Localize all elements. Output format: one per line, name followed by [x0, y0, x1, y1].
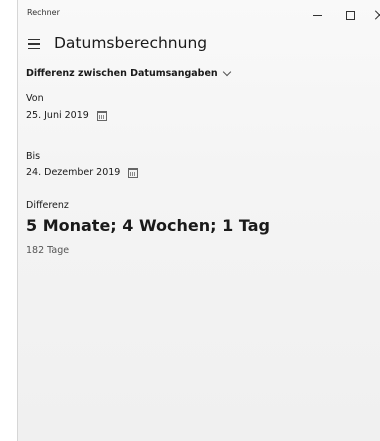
- hamburger-menu-icon[interactable]: [28, 37, 42, 51]
- minimize-button[interactable]: [303, 2, 331, 28]
- from-date-value: 25. Juni 2019: [26, 110, 89, 121]
- calculator-window: Rechner Datumsberechnung Differenz zwisc…: [17, 0, 380, 441]
- close-icon: [375, 10, 380, 20]
- maximize-button[interactable]: [336, 2, 364, 28]
- maximize-icon: [345, 10, 355, 20]
- difference-label: Differenz: [26, 200, 69, 211]
- difference-days: 182 Tage: [26, 245, 70, 256]
- from-date-picker[interactable]: 25. Juni 2019: [26, 110, 107, 121]
- chevron-down-icon: [222, 67, 231, 77]
- close-button[interactable]: [369, 2, 380, 28]
- to-date-value: 24. Dezember 2019: [26, 167, 121, 178]
- difference-result: 5 Monate; 4 Wochen; 1 Tag: [26, 216, 270, 235]
- mode-dropdown[interactable]: Differenz zwischen Datumsangaben: [26, 67, 231, 79]
- page-title: Datumsberechnung: [54, 34, 208, 52]
- calendar-icon: [128, 167, 139, 178]
- mode-selected-label: Differenz zwischen Datumsangaben: [26, 68, 218, 79]
- to-date-picker[interactable]: 24. Dezember 2019: [26, 167, 139, 178]
- title-bar: Rechner: [18, 0, 380, 30]
- to-label: Bis: [26, 151, 41, 162]
- from-label: Von: [26, 93, 44, 104]
- minimize-icon: [312, 14, 322, 16]
- header: Datumsberechnung: [18, 30, 380, 60]
- app-title: Rechner: [27, 8, 60, 17]
- calendar-icon: [96, 110, 107, 121]
